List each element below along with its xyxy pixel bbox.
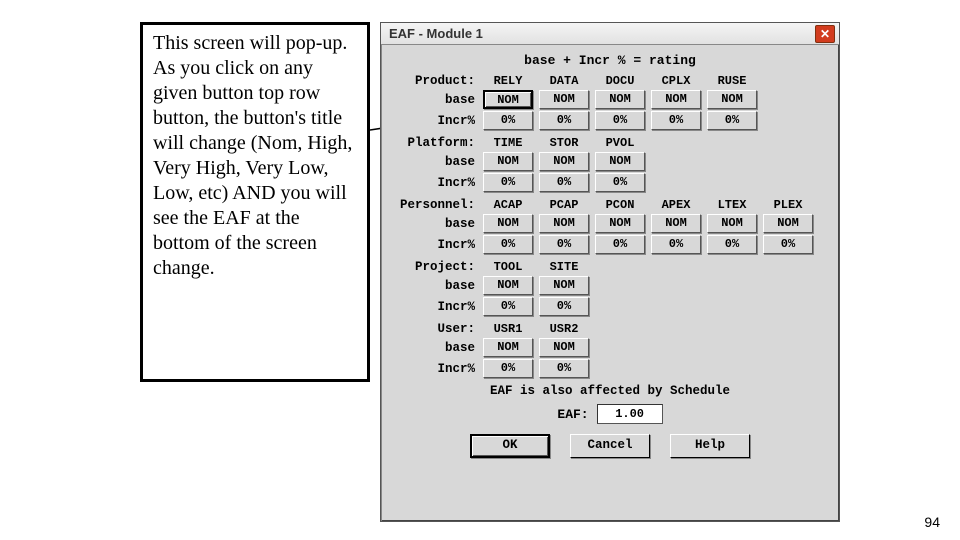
base-button-ruse[interactable]: NOM	[707, 90, 757, 109]
incr-button-plex[interactable]: 0%	[763, 235, 813, 254]
section-label: Project:	[393, 260, 483, 274]
base-button-pcon[interactable]: NOM	[595, 214, 645, 233]
base-button-plex[interactable]: NOM	[763, 214, 813, 233]
incr-label: Incr%	[393, 362, 483, 376]
col-header-pcon: PCON	[595, 198, 645, 212]
eaf-note: EAF is also affected by Schedule	[393, 384, 827, 398]
base-button-apex[interactable]: NOM	[651, 214, 701, 233]
formula-text: base + Incr % = rating	[393, 53, 827, 68]
eaf-dialog: EAF - Module 1 ✕ base + Incr % = rating …	[380, 22, 840, 522]
base-button-acap[interactable]: NOM	[483, 214, 533, 233]
section-label: Product:	[393, 74, 483, 88]
action-row: OK Cancel Help	[393, 434, 827, 458]
incr-button-pcap[interactable]: 0%	[539, 235, 589, 254]
section-project: Project:TOOLSITEbaseNOMNOMIncr%0%0%	[393, 260, 827, 316]
section-personnel: Personnel:ACAPPCAPPCONAPEXLTEXPLEXbaseNO…	[393, 198, 827, 254]
incr-button-time[interactable]: 0%	[483, 173, 533, 192]
base-button-rely[interactable]: NOM	[483, 90, 533, 109]
section-user: User:USR1USR2baseNOMNOMIncr%0%0%	[393, 322, 827, 378]
eaf-value: 1.00	[597, 404, 663, 424]
base-label: base	[393, 93, 483, 107]
col-header-cplx: CPLX	[651, 74, 701, 88]
incr-button-pvol[interactable]: 0%	[595, 173, 645, 192]
col-header-acap: ACAP	[483, 198, 533, 212]
base-button-site[interactable]: NOM	[539, 276, 589, 295]
base-button-time[interactable]: NOM	[483, 152, 533, 171]
col-header-apex: APEX	[651, 198, 701, 212]
close-icon: ✕	[820, 27, 830, 41]
annotation-text: This screen will pop-up. As you click on…	[140, 22, 370, 382]
incr-button-cplx[interactable]: 0%	[651, 111, 701, 130]
col-header-pvol: PVOL	[595, 136, 645, 150]
incr-button-ruse[interactable]: 0%	[707, 111, 757, 130]
titlebar: EAF - Module 1 ✕	[381, 23, 839, 45]
cancel-button[interactable]: Cancel	[570, 434, 650, 458]
incr-label: Incr%	[393, 176, 483, 190]
base-label: base	[393, 279, 483, 293]
base-button-usr2[interactable]: NOM	[539, 338, 589, 357]
section-label: Platform:	[393, 136, 483, 150]
section-product: Product:RELYDATADOCUCPLXRUSEbaseNOMNOMNO…	[393, 74, 827, 130]
col-header-ruse: RUSE	[707, 74, 757, 88]
col-header-tool: TOOL	[483, 260, 533, 274]
incr-button-rely[interactable]: 0%	[483, 111, 533, 130]
base-button-ltex[interactable]: NOM	[707, 214, 757, 233]
incr-button-usr2[interactable]: 0%	[539, 359, 589, 378]
col-header-plex: PLEX	[763, 198, 813, 212]
section-label: Personnel:	[393, 198, 483, 212]
incr-button-pcon[interactable]: 0%	[595, 235, 645, 254]
col-header-ltex: LTEX	[707, 198, 757, 212]
incr-label: Incr%	[393, 114, 483, 128]
dialog-content: base + Incr % = rating Product:RELY DATA D…	[381, 45, 839, 462]
base-button-cplx[interactable]: NOM	[651, 90, 701, 109]
section-label: User:	[393, 322, 483, 336]
incr-button-apex[interactable]: 0%	[651, 235, 701, 254]
incr-button-site[interactable]: 0%	[539, 297, 589, 316]
base-button-stor[interactable]: NOM	[539, 152, 589, 171]
col-header-usr1: USR1	[483, 322, 533, 336]
close-button[interactable]: ✕	[815, 25, 835, 43]
help-button[interactable]: Help	[670, 434, 750, 458]
incr-button-data[interactable]: 0%	[539, 111, 589, 130]
col-header-rely: RELY	[483, 74, 533, 88]
page-number: 94	[924, 514, 940, 530]
incr-label: Incr%	[393, 300, 483, 314]
dialog-title: EAF - Module 1	[389, 26, 483, 41]
base-button-pvol[interactable]: NOM	[595, 152, 645, 171]
eaf-row: EAF: 1.00	[393, 404, 827, 424]
col-header-pcap: PCAP	[539, 198, 589, 212]
col-header-stor: STOR	[539, 136, 589, 150]
col-header-time: TIME	[483, 136, 533, 150]
incr-button-tool[interactable]: 0%	[483, 297, 533, 316]
incr-button-ltex[interactable]: 0%	[707, 235, 757, 254]
incr-button-docu[interactable]: 0%	[595, 111, 645, 130]
incr-label: Incr%	[393, 238, 483, 252]
col-header-usr2: USR2	[539, 322, 589, 336]
base-button-usr1[interactable]: NOM	[483, 338, 533, 357]
base-button-tool[interactable]: NOM	[483, 276, 533, 295]
base-button-data[interactable]: NOM	[539, 90, 589, 109]
base-label: base	[393, 217, 483, 231]
base-button-pcap[interactable]: NOM	[539, 214, 589, 233]
col-header-docu: DOCU	[595, 74, 645, 88]
incr-button-acap[interactable]: 0%	[483, 235, 533, 254]
section-platform: Platform:TIMESTORPVOLbaseNOMNOMNOMIncr%0…	[393, 136, 827, 192]
base-label: base	[393, 155, 483, 169]
incr-button-usr1[interactable]: 0%	[483, 359, 533, 378]
eaf-label: EAF:	[557, 407, 588, 422]
col-header-site: SITE	[539, 260, 589, 274]
col-header-data: DATA	[539, 74, 589, 88]
ok-button[interactable]: OK	[470, 434, 550, 458]
base-button-docu[interactable]: NOM	[595, 90, 645, 109]
incr-button-stor[interactable]: 0%	[539, 173, 589, 192]
base-label: base	[393, 341, 483, 355]
